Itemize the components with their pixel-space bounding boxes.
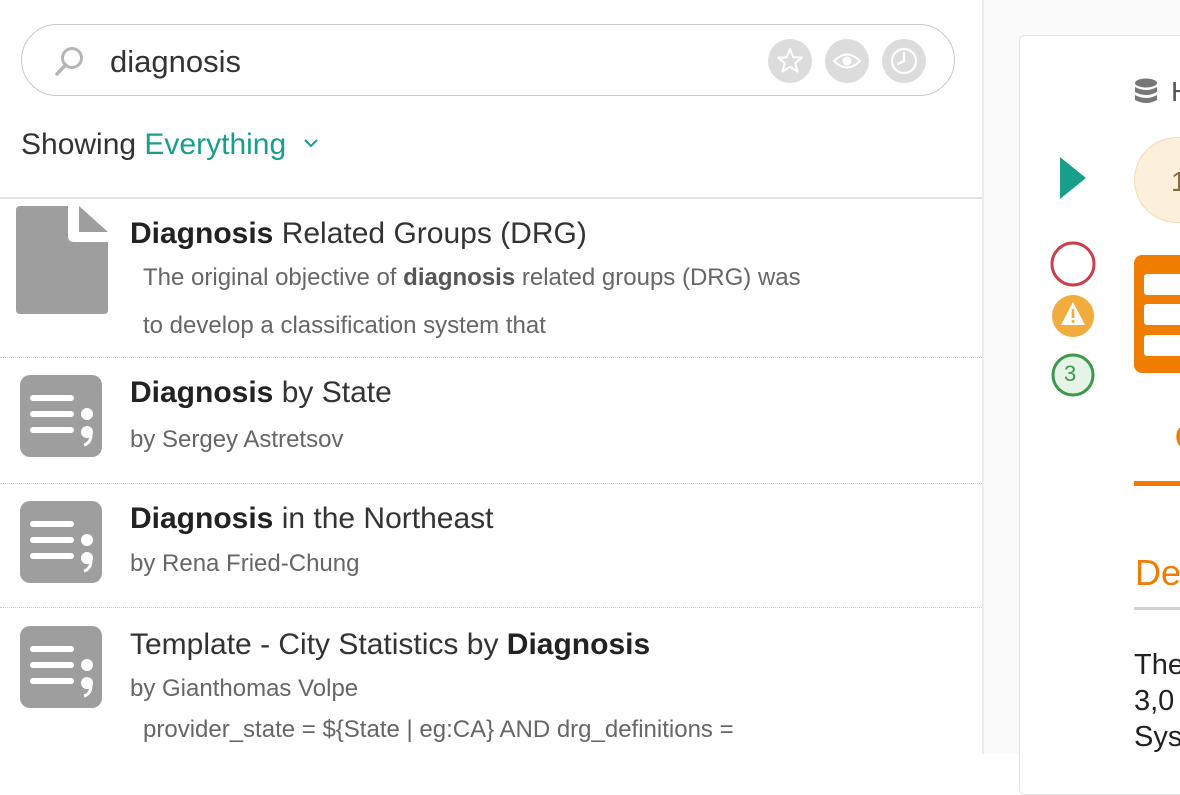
result-title[interactable]: Diagnosis by State: [130, 376, 392, 410]
result-title[interactable]: Diagnosis Related Groups (DRG): [130, 217, 587, 251]
result-author: by Gianthomas Volpe: [130, 675, 359, 702]
badge-text: 1: [1171, 166, 1180, 197]
search-result-item[interactable]: Diagnosis by State by Sergey Astretsov: [0, 358, 982, 483]
favorites-filter-button[interactable]: [768, 39, 812, 83]
result-description: The original objective of diagnosis rela…: [143, 264, 801, 339]
result-title[interactable]: Diagnosis in the Northeast: [130, 502, 494, 536]
search-box[interactable]: diagnosis: [21, 24, 955, 96]
detail-body-text: The 3,0 Sys: [1134, 649, 1180, 753]
viewed-filter-button[interactable]: [825, 39, 869, 83]
result-author: by Rena Fried-Chung: [130, 550, 360, 577]
result-author: by Sergey Astretsov: [130, 426, 344, 453]
database-icon: [1135, 78, 1157, 103]
clock-icon: [890, 47, 918, 75]
showing-filter: Showing Everything: [21, 128, 319, 162]
error-status-icon: [1050, 241, 1096, 287]
eye-icon: [832, 53, 862, 69]
search-result-item[interactable]: Diagnosis in the Northeast by Rena Fried…: [0, 484, 982, 607]
detail-header-text: H: [1171, 76, 1180, 108]
detail-tab[interactable]: C: [1175, 419, 1180, 456]
status-count: 3: [1064, 361, 1077, 386]
document-icon: [16, 206, 108, 314]
showing-label: Showing: [21, 128, 137, 161]
result-title[interactable]: Template - City Statistics by Diagnosis: [130, 628, 650, 662]
query-icon: [20, 501, 102, 583]
search-icon: [55, 47, 83, 76]
detail-heading: De: [1135, 552, 1180, 593]
table-icon: [1134, 255, 1180, 373]
warning-status-icon: [1052, 295, 1094, 337]
play-arrow-icon[interactable]: [1060, 157, 1086, 199]
chevron-down-icon[interactable]: [303, 138, 319, 148]
search-result-item[interactable]: Diagnosis Related Groups (DRG) The origi…: [0, 199, 982, 357]
result-description: provider_state = ${State | eg:CA} AND dr…: [143, 716, 734, 743]
search-panel: diagnosis Showing Everything Diagnosis R…: [0, 0, 982, 754]
search-result-item[interactable]: Template - City Statistics by Diagnosis …: [0, 608, 982, 754]
query-icon: [20, 626, 102, 708]
star-icon: [777, 48, 803, 73]
active-tab-underline: [1134, 481, 1180, 486]
showing-dropdown[interactable]: Everything: [144, 128, 286, 161]
heading-divider: [1134, 607, 1180, 610]
recent-filter-button[interactable]: [882, 39, 926, 83]
search-input[interactable]: diagnosis: [110, 44, 241, 80]
query-icon: [20, 375, 102, 457]
